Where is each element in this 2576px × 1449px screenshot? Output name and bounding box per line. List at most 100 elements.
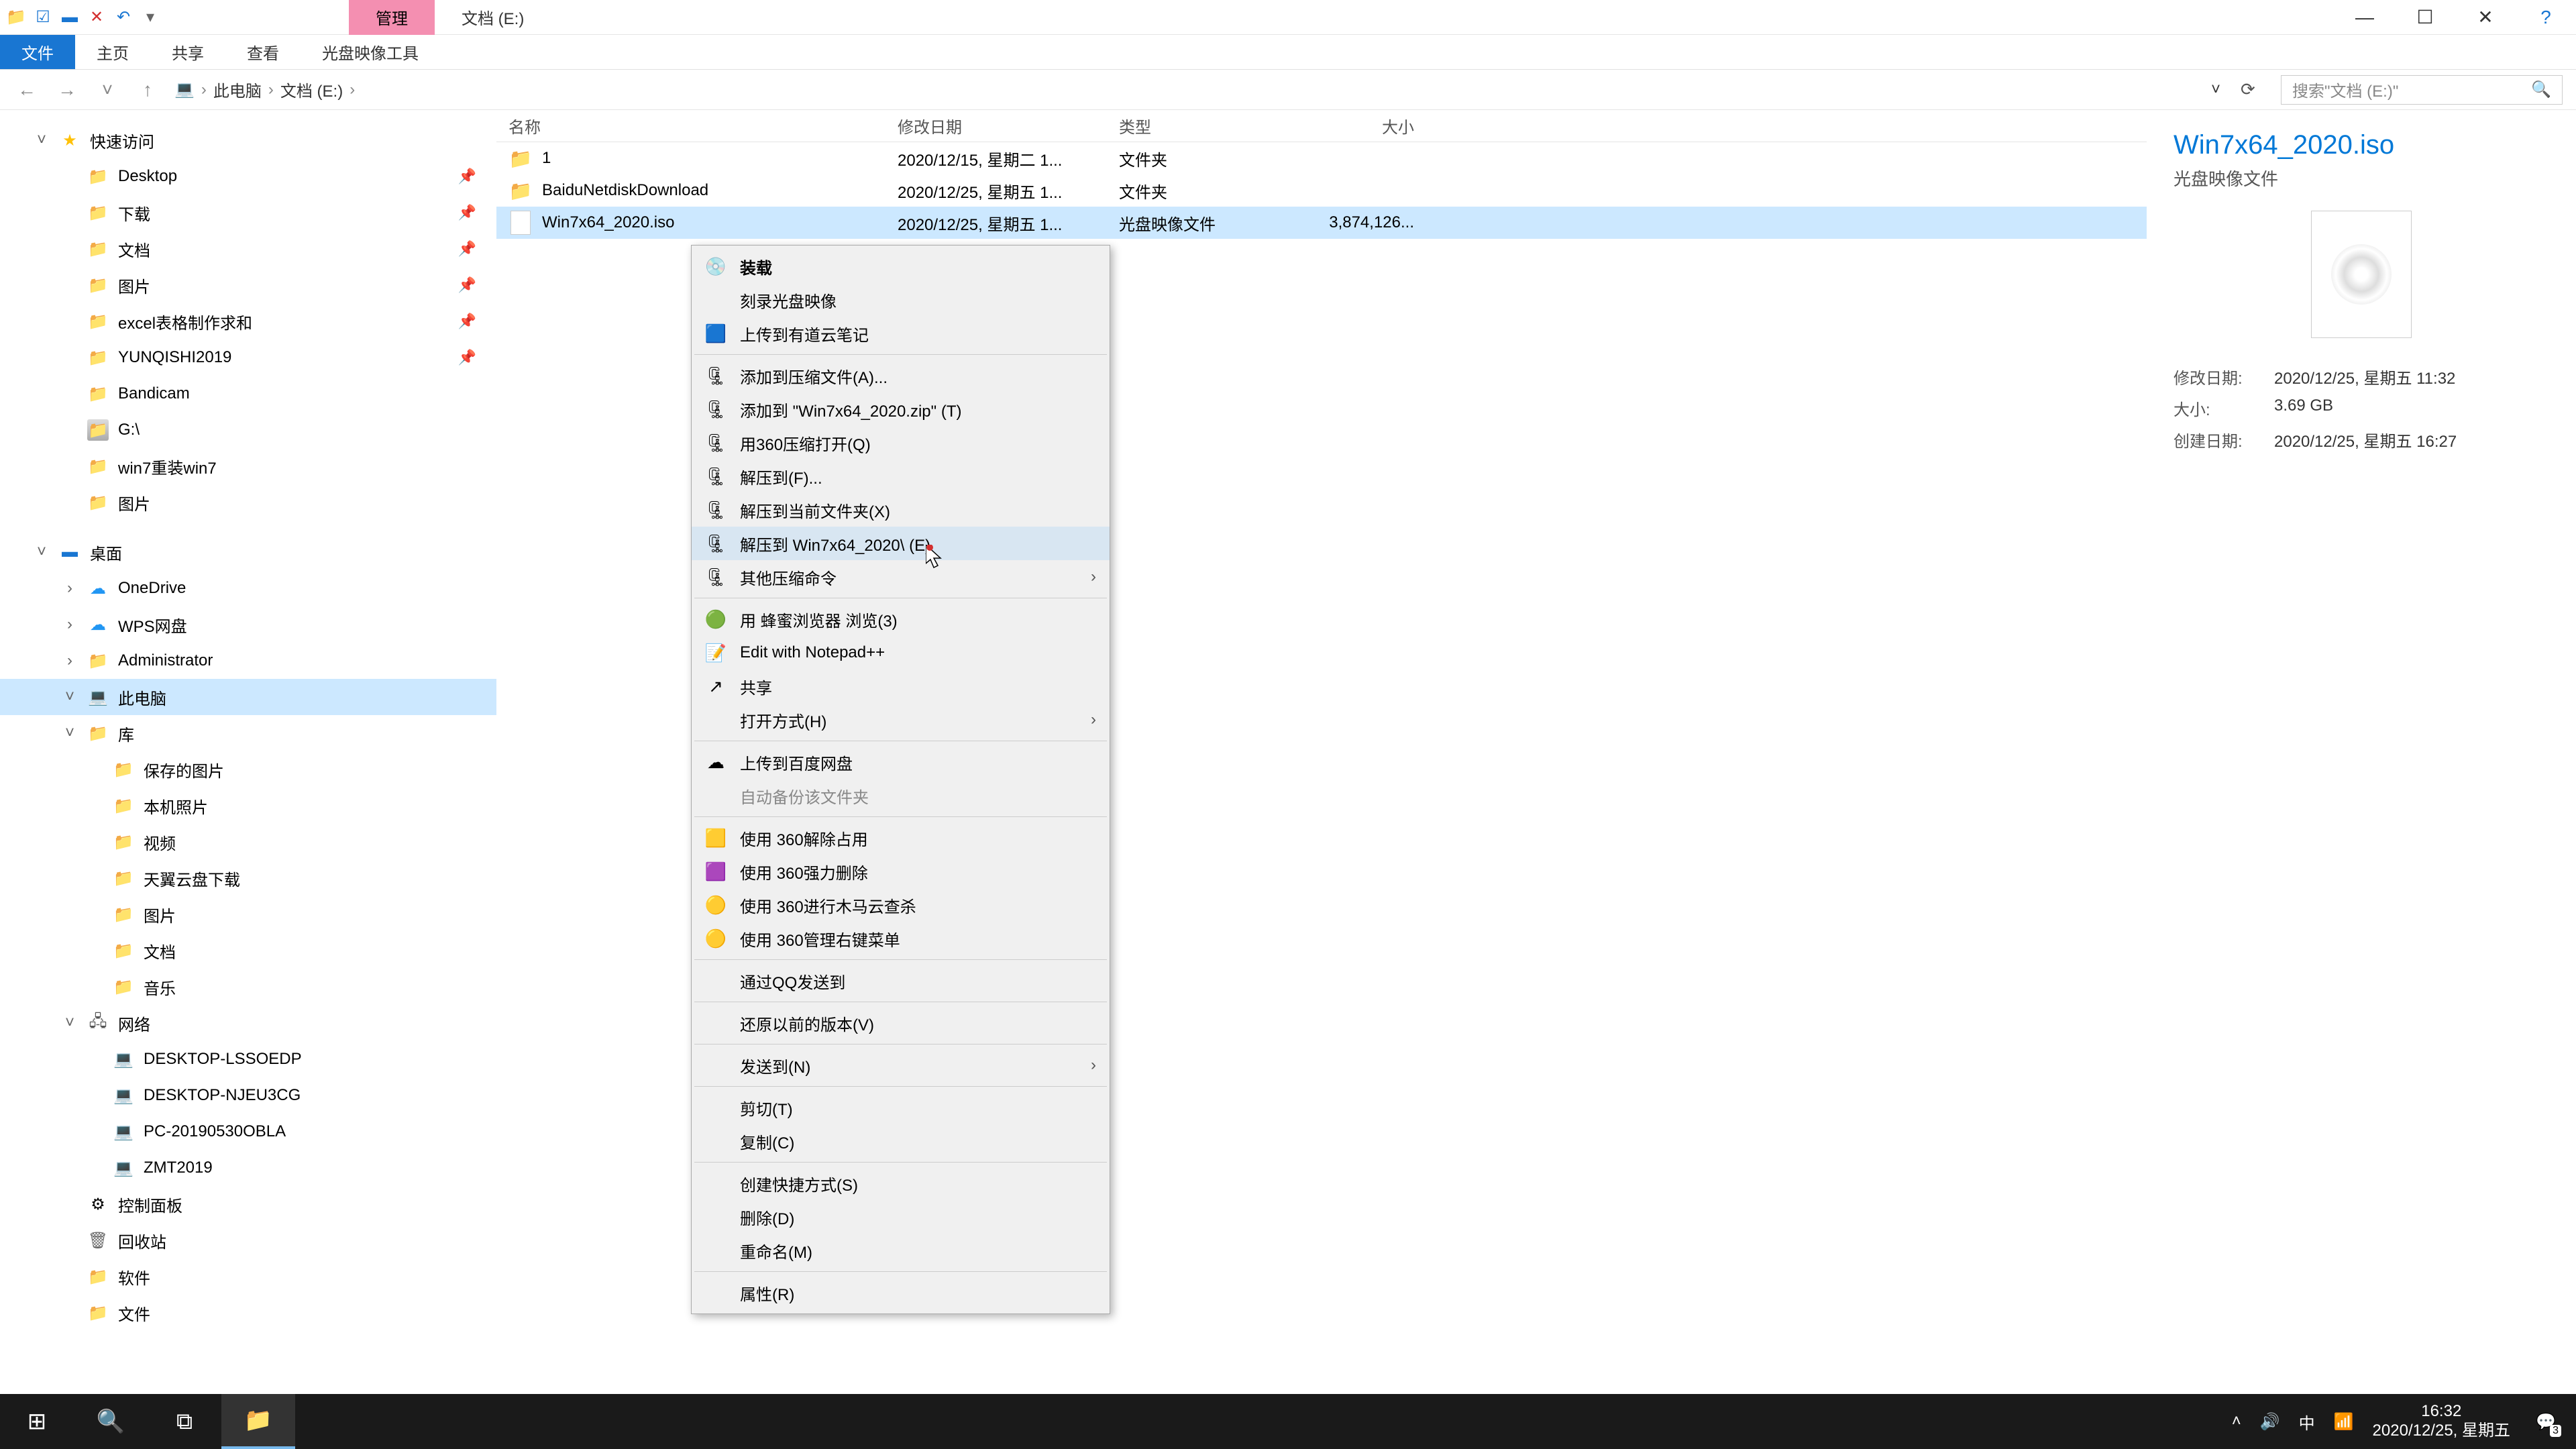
nav-tree: ˅★快速访问 📁Desktop📌📁下载📌📁文档📌📁图片📌📁excel表格制作求和… — [0, 110, 496, 1411]
tree-item[interactable]: 📁YUNQISHI2019📌 — [0, 339, 496, 376]
menu-item[interactable]: 复制(C) — [692, 1124, 1110, 1158]
forward-button[interactable]: → — [54, 76, 80, 103]
tree-recycle-bin[interactable]: 🗑回收站 — [0, 1222, 496, 1258]
menu-item[interactable]: 属性(R) — [692, 1276, 1110, 1309]
menu-item[interactable]: ↗共享 — [692, 669, 1110, 703]
tree-software[interactable]: 📁软件 — [0, 1258, 496, 1295]
tree-network[interactable]: ˅🖧网络 — [0, 1005, 496, 1041]
ribbon-context-tab[interactable]: 管理 — [349, 0, 435, 35]
menu-item[interactable]: 发送到(N)› — [692, 1049, 1110, 1082]
menu-item[interactable]: 🗜解压到 Win7x64_2020\ (E) — [692, 527, 1110, 560]
tree-item[interactable]: 📁图片 — [0, 484, 496, 521]
column-headers[interactable]: 名称 修改日期 类型 大小 — [496, 110, 2147, 142]
ribbon-tab-view[interactable]: 查看 — [225, 35, 301, 69]
addr-dropdown-icon[interactable]: ˅ — [2211, 80, 2220, 99]
history-dropdown[interactable]: ˅ — [94, 76, 121, 103]
tree-item[interactable]: 📁Desktop📌 — [0, 158, 496, 195]
ribbon-tab-file[interactable]: 文件 — [0, 35, 75, 69]
tree-item[interactable]: 📁excel表格制作求和📌 — [0, 303, 496, 339]
menu-item[interactable]: 🟨使用 360解除占用 — [692, 821, 1110, 855]
delete-icon[interactable]: ✕ — [86, 7, 107, 28]
menu-item[interactable]: 🗜解压到当前文件夹(X) — [692, 493, 1110, 527]
tree-item[interactable]: 📁文档 — [0, 932, 496, 969]
menu-item[interactable]: 🗜其他压缩命令› — [692, 560, 1110, 594]
tree-control-panel[interactable]: ⚙控制面板 — [0, 1186, 496, 1222]
network-icon[interactable]: 📶 — [2334, 1412, 2354, 1432]
ribbon-tab-disctools[interactable]: 光盘映像工具 — [301, 35, 440, 69]
tree-item[interactable]: 📁音乐 — [0, 969, 496, 1005]
menu-item[interactable]: 🟢用 蜂蜜浏览器 浏览(3) — [692, 602, 1110, 636]
tree-item[interactable]: 📁win7重装win7 — [0, 448, 496, 484]
menu-item[interactable]: ☁上传到百度网盘 — [692, 745, 1110, 779]
dropdown-icon[interactable]: ▾ — [140, 7, 161, 28]
menu-item[interactable]: 📝Edit with Notepad++ — [692, 636, 1110, 669]
pc-icon: 💻 — [174, 80, 195, 99]
menu-item[interactable]: 通过QQ发送到 — [692, 964, 1110, 998]
tree-item[interactable]: ˅📁库 — [0, 715, 496, 751]
tree-files[interactable]: 📁文件 — [0, 1295, 496, 1331]
check-icon[interactable]: ☑ — [32, 7, 54, 28]
volume-icon[interactable]: 🔊 — [2260, 1412, 2280, 1432]
start-button[interactable]: ⊞ — [0, 1394, 74, 1449]
tree-item[interactable]: ›☁WPS网盘 — [0, 606, 496, 643]
tree-item[interactable]: ›☁OneDrive — [0, 570, 496, 606]
up-button[interactable]: ↑ — [134, 76, 161, 103]
menu-item[interactable]: 还原以前的版本(V) — [692, 1006, 1110, 1040]
ime-indicator[interactable]: 中 — [2299, 1410, 2315, 1434]
tree-item[interactable]: 📁视频 — [0, 824, 496, 860]
save-icon[interactable]: ▬ — [59, 7, 80, 28]
menu-item[interactable]: 刻录光盘映像 — [692, 283, 1110, 317]
tree-item[interactable]: 📁图片📌 — [0, 267, 496, 303]
ribbon-tab-share[interactable]: 共享 — [150, 35, 225, 69]
close-button[interactable]: ✕ — [2455, 0, 2516, 35]
tree-item[interactable]: 📁下载📌 — [0, 195, 496, 231]
menu-item[interactable]: 🗜添加到压缩文件(A)... — [692, 359, 1110, 392]
menu-item[interactable]: 剪切(T) — [692, 1091, 1110, 1124]
notification-icon[interactable]: 💬3 — [2529, 1405, 2563, 1438]
menu-item[interactable]: 🟪使用 360强力删除 — [692, 855, 1110, 888]
menu-item[interactable]: 🗜用360压缩打开(Q) — [692, 426, 1110, 460]
menu-item[interactable]: 🟡使用 360进行木马云查杀 — [692, 888, 1110, 922]
taskview-button[interactable]: ⧉ — [148, 1394, 221, 1449]
tree-item[interactable]: ›📁Administrator — [0, 643, 496, 679]
tree-item[interactable]: 💻DESKTOP-LSSOEDP — [0, 1041, 496, 1077]
tree-item[interactable]: ˅💻此电脑 — [0, 679, 496, 715]
maximize-button[interactable]: ☐ — [2395, 0, 2455, 35]
tree-item[interactable]: 📁本机照片 — [0, 788, 496, 824]
minimize-button[interactable]: — — [2334, 0, 2395, 35]
menu-item[interactable]: 打开方式(H)› — [692, 703, 1110, 737]
clock[interactable]: 16:32 2020/12/25, 星期五 — [2373, 1402, 2510, 1441]
tree-item[interactable]: 💻DESKTOP-NJEU3CG — [0, 1077, 496, 1114]
ribbon-tab-home[interactable]: 主页 — [75, 35, 150, 69]
file-row[interactable]: 📁12020/12/15, 星期二 1...文件夹 — [496, 142, 2147, 174]
tree-item[interactable]: 💻ZMT2019 — [0, 1150, 496, 1186]
menu-item[interactable]: 重命名(M) — [692, 1234, 1110, 1267]
file-row[interactable]: Win7x64_2020.iso2020/12/25, 星期五 1...光盘映像… — [496, 207, 2147, 239]
menu-item[interactable]: 🗜解压到(F)... — [692, 460, 1110, 493]
menu-item[interactable]: 🟦上传到有道云笔记 — [692, 317, 1110, 350]
tree-item[interactable]: 📁G:\ — [0, 412, 496, 448]
tree-item[interactable]: 📁Bandicam — [0, 376, 496, 412]
refresh-button[interactable]: ⟳ — [2241, 79, 2267, 100]
tree-item[interactable]: 📁天翼云盘下载 — [0, 860, 496, 896]
menu-item[interactable]: 创建快捷方式(S) — [692, 1167, 1110, 1200]
tree-item[interactable]: 💻PC-20190530OBLA — [0, 1114, 496, 1150]
tree-quick-access[interactable]: ˅★快速访问 — [0, 122, 496, 158]
menu-item[interactable]: 删除(D) — [692, 1200, 1110, 1234]
menu-item[interactable]: 🟡使用 360管理右键菜单 — [692, 922, 1110, 955]
tree-desktop[interactable]: ˅▬桌面 — [0, 534, 496, 570]
back-button[interactable]: ← — [13, 76, 40, 103]
help-button[interactable]: ? — [2516, 0, 2576, 35]
tray-chevron-icon[interactable]: ˄ — [2232, 1412, 2241, 1431]
tree-item[interactable]: 📁保存的图片 — [0, 751, 496, 788]
menu-item[interactable]: 🗜添加到 "Win7x64_2020.zip" (T) — [692, 392, 1110, 426]
file-row[interactable]: 📁BaiduNetdiskDownload2020/12/25, 星期五 1..… — [496, 174, 2147, 207]
tree-item[interactable]: 📁文档📌 — [0, 231, 496, 267]
search-input[interactable]: 搜索"文档 (E:)" 🔍 — [2281, 75, 2563, 105]
search-button[interactable]: 🔍 — [74, 1394, 148, 1449]
tree-item[interactable]: 📁图片 — [0, 896, 496, 932]
breadcrumb[interactable]: 💻 › 此电脑 › 文档 (E:) › ˅ — [174, 78, 2227, 101]
menu-item[interactable]: 💿装载 — [692, 250, 1110, 283]
explorer-taskbar-button[interactable]: 📁 — [221, 1394, 295, 1449]
undo-icon[interactable]: ↶ — [113, 7, 134, 28]
